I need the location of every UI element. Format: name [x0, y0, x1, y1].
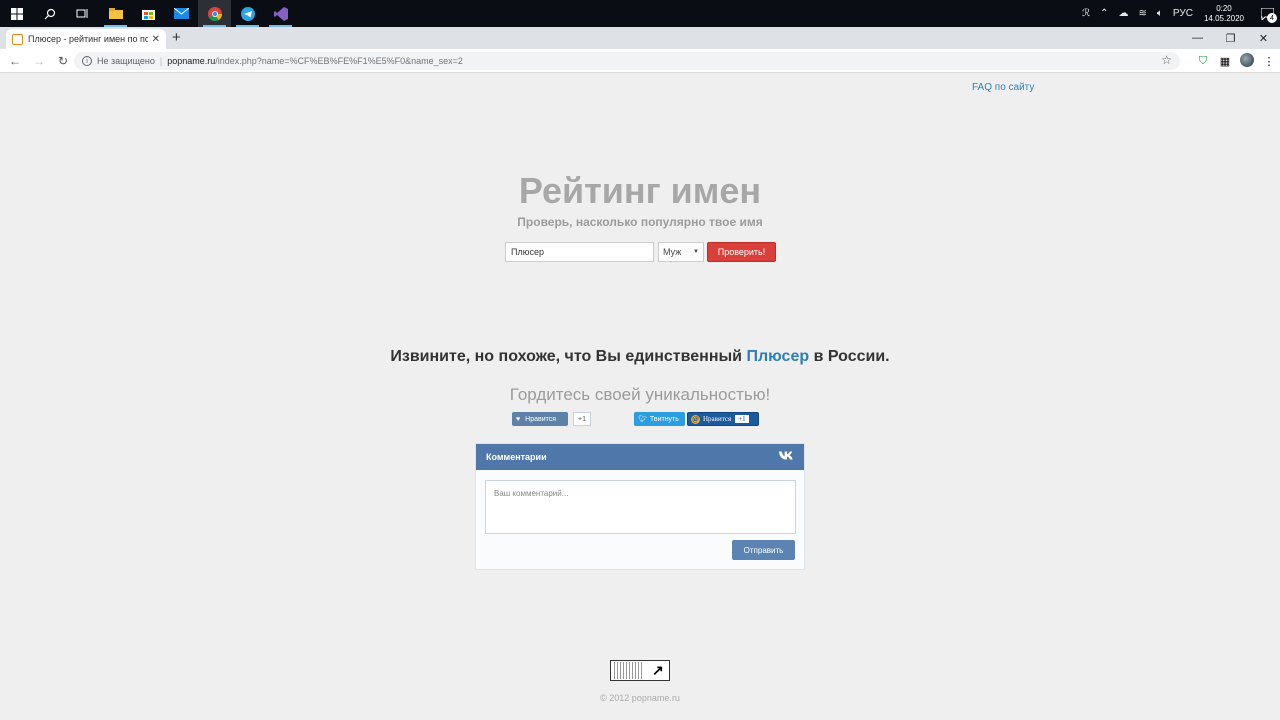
- extension-icon[interactable]: ▦: [1214, 55, 1236, 68]
- vk-comments-widget: Комментарии Ваш комментарий... Отправить: [475, 443, 805, 570]
- tweet-label: Твитнуть: [649, 415, 679, 423]
- file-explorer-icon[interactable]: [99, 0, 132, 27]
- comments-header: Комментарии: [476, 444, 804, 470]
- browser-tab-strip: Плюсер - рейтинг имен по попу ✕ + — ❐ ✕: [0, 27, 1280, 49]
- url-host: popname.ru: [167, 56, 216, 66]
- result-message: Извините, но похоже, что Вы единственный…: [0, 348, 1280, 366]
- address-bar[interactable]: i Не защищено | popname.ru /index.php?na…: [74, 52, 1180, 70]
- close-window-icon[interactable]: ✕: [1247, 27, 1280, 49]
- tab-close-icon[interactable]: ✕: [152, 34, 160, 45]
- wifi-icon[interactable]: ≋: [1139, 8, 1147, 19]
- mailru-at-icon: @: [691, 414, 700, 424]
- sex-selected-value: Муж: [663, 247, 682, 257]
- notification-center-icon[interactable]: 4: [1254, 0, 1280, 27]
- result-message-prefix: Извините, но похоже, что Вы единственный: [390, 348, 747, 365]
- vk-like-label: Нравится: [525, 415, 557, 423]
- clock[interactable]: 0:20 14.05.2020: [1204, 4, 1244, 24]
- info-icon[interactable]: i: [82, 56, 92, 66]
- arrow-up-right-icon: ↗: [652, 662, 664, 678]
- people-icon[interactable]: ℛ: [1082, 8, 1090, 19]
- language-indicator[interactable]: РУС: [1173, 8, 1193, 19]
- restore-icon[interactable]: ❐: [1214, 27, 1247, 49]
- check-button[interactable]: Проверить!: [707, 242, 776, 262]
- adblock-shield-icon[interactable]: ⛉: [1192, 55, 1214, 68]
- new-tab-button[interactable]: +: [172, 29, 181, 46]
- profile-avatar[interactable]: [1236, 52, 1258, 70]
- page-title: Рейтинг имен: [518, 170, 762, 211]
- heart-icon: ♥: [516, 415, 521, 423]
- faq-link[interactable]: FAQ по сайту: [972, 82, 1034, 93]
- mailru-like-button[interactable]: @ Нравится +1: [687, 412, 759, 426]
- minimize-icon[interactable]: —: [1181, 27, 1214, 49]
- bookmark-star-icon[interactable]: ☆: [1161, 53, 1172, 67]
- vk-like-button[interactable]: ♥ Нравится: [512, 412, 568, 426]
- chevron-up-icon[interactable]: ⌃: [1100, 8, 1108, 19]
- result-name-link[interactable]: Плюсер: [746, 348, 809, 365]
- menu-dots-icon[interactable]: ⋮: [1258, 55, 1280, 68]
- tab-title: Плюсер - рейтинг имен по попу: [28, 34, 148, 44]
- send-comment-button[interactable]: Отправить: [732, 540, 795, 560]
- system-tray: ℛ ⌃ ☁ ≋ 🔈︎ РУС 0:20 14.05.2020 4: [1077, 0, 1280, 27]
- mailru-like-label: Нравится: [703, 415, 732, 423]
- reload-icon[interactable]: ↻: [51, 54, 75, 68]
- extensions-area: ⛉ ▦ ⋮: [1180, 49, 1280, 73]
- sex-select[interactable]: Муж ▼: [658, 242, 704, 262]
- security-label: Не защищено: [97, 56, 155, 66]
- windows-taskbar: ℛ ⌃ ☁ ≋ 🔈︎ РУС 0:20 14.05.2020 4: [0, 0, 1280, 27]
- tweet-button[interactable]: 🐦︎ Твитнуть: [634, 412, 685, 426]
- task-view-icon[interactable]: [66, 0, 99, 27]
- share-buttons: ♥ Нравится +1 🐦︎ Твитнуть @ Нравится +1: [512, 411, 772, 427]
- comment-textarea[interactable]: Ваш комментарий...: [485, 480, 796, 534]
- clock-date: 14.05.2020: [1203, 13, 1244, 23]
- notification-count: 4: [1267, 13, 1277, 23]
- result-message-suffix: в России.: [809, 348, 890, 365]
- volume-icon[interactable]: 🔈︎: [1157, 8, 1163, 19]
- liveinternet-counter[interactable]: ↗: [610, 660, 670, 681]
- twitter-bird-icon: 🐦︎: [638, 416, 647, 423]
- store-icon[interactable]: [132, 0, 165, 27]
- dropdown-arrow-icon: ▼: [693, 249, 699, 255]
- cloud-icon[interactable]: ☁: [1119, 8, 1129, 19]
- back-arrow-icon[interactable]: ←: [3, 54, 27, 68]
- telegram-icon[interactable]: [231, 0, 264, 27]
- browser-toolbar: ← → ↻ i Не защищено | popname.ru /index.…: [0, 49, 1280, 73]
- browser-tab[interactable]: Плюсер - рейтинг имен по попу ✕: [6, 29, 166, 49]
- copyright: © 2012 popname.ru: [600, 693, 680, 703]
- windows-start-icon[interactable]: [0, 0, 33, 27]
- search-icon[interactable]: [33, 0, 66, 27]
- comments-title: Комментарии: [486, 452, 547, 462]
- name-search-form: Муж ▼ Проверить!: [505, 242, 776, 262]
- visual-studio-icon[interactable]: [264, 0, 297, 27]
- chrome-icon[interactable]: [198, 0, 231, 27]
- counter-pixels: [614, 662, 644, 679]
- address-separator: |: [159, 56, 163, 66]
- vk-logo-icon[interactable]: [779, 451, 794, 463]
- mail-icon[interactable]: [165, 0, 198, 27]
- page-subtitle: Проверь, насколько популярно твое имя: [517, 215, 763, 229]
- forward-arrow-icon[interactable]: →: [27, 54, 51, 68]
- url-path: /index.php?name=%CF%EB%FE%F1%E5%F0&name_…: [215, 56, 463, 66]
- window-controls: — ❐ ✕: [1181, 27, 1280, 49]
- name-input[interactable]: [505, 242, 654, 262]
- mailru-like-count: +1: [735, 415, 749, 423]
- clock-time: 0:20: [1216, 3, 1232, 13]
- page-content: FAQ по сайту Рейтинг имен Проверь, наско…: [0, 74, 1280, 720]
- proud-text: Гордитесь своей уникальностью!: [509, 385, 771, 404]
- vk-like-count: +1: [573, 412, 591, 426]
- site-favicon-icon: [12, 33, 23, 45]
